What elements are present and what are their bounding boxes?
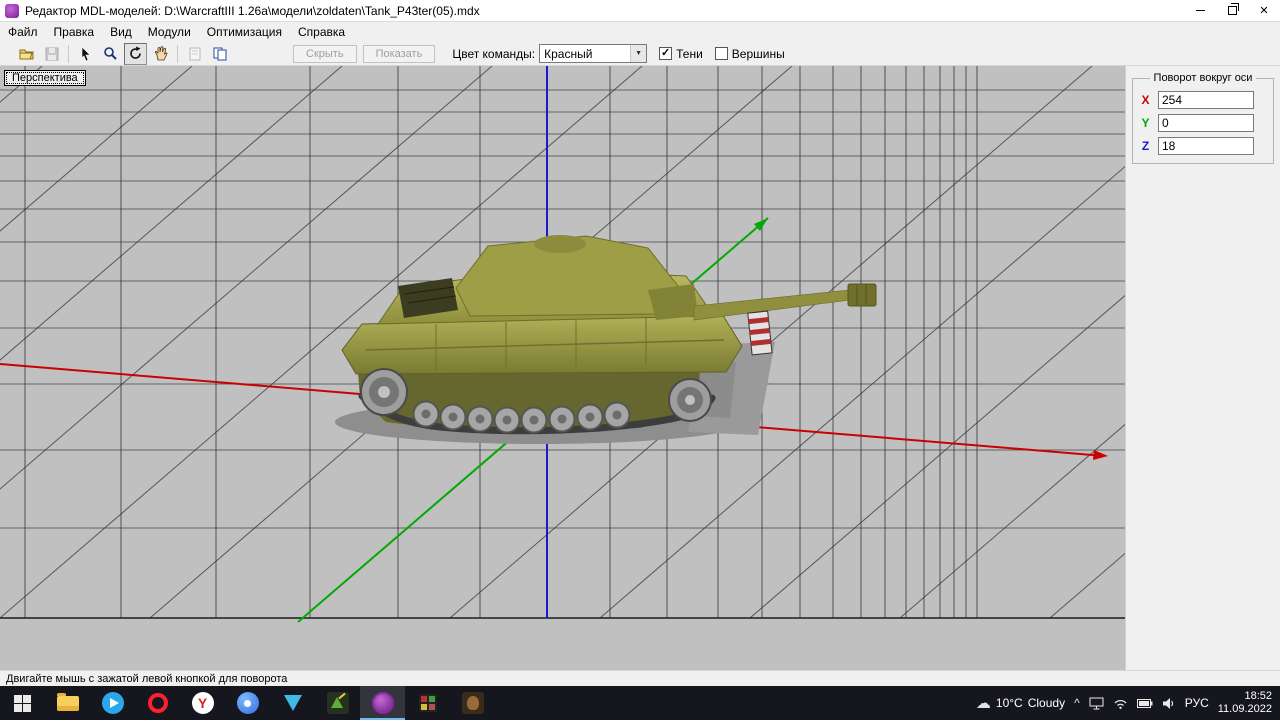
- monitor-icon[interactable]: [1089, 697, 1104, 710]
- weather-condition: Cloudy: [1027, 696, 1066, 710]
- shadows-label: Тени: [676, 46, 703, 61]
- viewport-canvas[interactable]: [0, 66, 1125, 670]
- copy-pages-icon: [213, 47, 226, 60]
- taskbar-app-yandex[interactable]: Y: [180, 686, 225, 720]
- team-color-select[interactable]: Красный ▼: [539, 44, 648, 63]
- yandex-icon: Y: [191, 692, 214, 714]
- taskbar-app-messenger[interactable]: [225, 686, 270, 720]
- checkbox-checked-icon: ✓: [659, 47, 673, 60]
- shadows-checkbox[interactable]: ✓ Тени: [659, 47, 703, 61]
- network-icon[interactable]: [1113, 697, 1128, 709]
- restore-icon: [1227, 3, 1239, 15]
- toolbar: Скрыть Показать Цвет команды: Красный ▼ …: [0, 42, 1280, 66]
- language-indicator[interactable]: РУС: [1185, 696, 1209, 710]
- rotate-icon: [130, 46, 141, 59]
- taskbar: Y ☁ 10°C Cloudy ^ РУС 18:52 11.09.2022: [0, 686, 1280, 720]
- windows-logo-icon: [14, 694, 31, 712]
- taskbar-app-telegram[interactable]: [90, 686, 135, 720]
- start-button[interactable]: [0, 686, 45, 720]
- checkbox-empty-icon: [714, 47, 728, 60]
- weather-temp: 10°C: [995, 696, 1023, 710]
- team-color-value: Красный: [544, 46, 593, 61]
- page-icon: [189, 47, 200, 60]
- messenger-icon: [236, 692, 259, 714]
- world-editor-icon: [326, 692, 349, 714]
- taskbar-app-world-editor[interactable]: [315, 686, 360, 720]
- menu-file[interactable]: Файл: [0, 23, 46, 41]
- model-viewer-icon: [461, 692, 484, 714]
- cursor-icon: [81, 46, 91, 61]
- rotation-z-label: Z: [1141, 139, 1150, 153]
- clock-time: 18:52: [1244, 690, 1272, 702]
- maximize-button[interactable]: [1216, 0, 1248, 21]
- explorer-icon: [56, 692, 79, 711]
- menu-optimization[interactable]: Оптимизация: [199, 23, 290, 41]
- tank-rear-marking: [747, 310, 773, 356]
- viewport-mode-label[interactable]: Перспектива: [4, 70, 86, 86]
- texture-tool-icon: [418, 694, 437, 712]
- rotation-x-label: X: [1141, 93, 1150, 107]
- rotation-title: Поворот вокруг оси: [1153, 72, 1253, 84]
- telegram-icon: [101, 692, 124, 714]
- tray-expand-button[interactable]: ^: [1074, 696, 1080, 710]
- status-bar: Двигайте мышь с зажатой левой кнопкой дл…: [0, 670, 1280, 686]
- tank-model[interactable]: [335, 235, 877, 444]
- tank-gun-barrel: [693, 289, 851, 321]
- hand-icon: [154, 46, 167, 61]
- taskbar-app-opera[interactable]: [135, 686, 180, 720]
- show-button[interactable]: Показать: [362, 44, 436, 63]
- title-bar: Редактор MDL-моделей: D:\WarcraftIII 1.2…: [0, 0, 1280, 22]
- viewport-3d[interactable]: Перспектива: [0, 66, 1125, 670]
- vertices-label: Вершины: [731, 46, 785, 61]
- minimize-icon: [1195, 10, 1205, 11]
- rotation-x-input[interactable]: [1158, 91, 1254, 109]
- taskbar-weather[interactable]: ☁ 10°C Cloudy: [976, 694, 1065, 712]
- rotation-groupbox: Поворот вокруг оси X Y Z: [1132, 72, 1274, 164]
- rotation-panel: Поворот вокруг оси X Y Z: [1125, 66, 1280, 670]
- magnifier-icon: [104, 47, 117, 60]
- menu-edit[interactable]: Правка: [46, 23, 103, 41]
- taskbar-app-texture-tool[interactable]: [405, 686, 450, 720]
- window-title: Редактор MDL-моделей: D:\WarcraftIII 1.2…: [25, 3, 480, 18]
- minimize-button[interactable]: [1184, 0, 1216, 21]
- paste-button[interactable]: [183, 43, 206, 65]
- save-button[interactable]: [40, 43, 63, 65]
- status-text: Двигайте мышь с зажатой левой кнопкой дл…: [6, 672, 288, 685]
- zoom-tool-button[interactable]: [99, 43, 122, 65]
- open-button[interactable]: [15, 43, 38, 65]
- taskbar-clock[interactable]: 18:52 11.09.2022: [1218, 690, 1272, 716]
- taskbar-app-video[interactable]: [270, 686, 315, 720]
- clock-date: 11.09.2022: [1217, 703, 1272, 715]
- taskbar-app-explorer[interactable]: [45, 686, 90, 720]
- rotate-tool-button[interactable]: [124, 42, 147, 65]
- chevron-down-icon: ▼: [630, 45, 647, 62]
- save-floppy-icon: [45, 47, 58, 60]
- opera-icon: [147, 693, 168, 713]
- menu-help[interactable]: Справка: [290, 23, 353, 41]
- select-tool-button[interactable]: [74, 43, 97, 65]
- pan-tool-button[interactable]: [149, 43, 172, 65]
- rotation-y-input[interactable]: [1158, 114, 1254, 132]
- rotation-z-input[interactable]: [1158, 137, 1254, 155]
- close-button[interactable]: ✕: [1248, 0, 1280, 21]
- vertices-checkbox[interactable]: Вершины: [714, 46, 785, 61]
- menu-modules[interactable]: Модули: [140, 23, 199, 41]
- open-folder-icon: [19, 49, 33, 59]
- menu-bar: Файл Правка Вид Модули Оптимизация Справ…: [0, 22, 1280, 42]
- copy-button[interactable]: [208, 43, 231, 65]
- taskbar-app-model-viewer[interactable]: [450, 686, 495, 720]
- x-axis-arrow: [1093, 450, 1108, 460]
- cloud-icon: ☁: [975, 695, 991, 712]
- system-tray: ☁ 10°C Cloudy ^ РУС 18:52 11.09.2022: [976, 686, 1280, 720]
- mdl-editor-icon: [371, 692, 394, 714]
- rotation-y-label: Y: [1141, 116, 1150, 130]
- hide-button[interactable]: Скрыть: [293, 44, 357, 63]
- triangle-app-icon: [283, 695, 302, 711]
- menu-view[interactable]: Вид: [102, 23, 140, 41]
- taskbar-app-mdl-editor[interactable]: [360, 686, 405, 720]
- battery-icon[interactable]: [1136, 698, 1153, 708]
- speaker-icon[interactable]: [1162, 697, 1176, 710]
- app-icon: [5, 3, 19, 18]
- team-color-label: Цвет команды:: [452, 46, 536, 61]
